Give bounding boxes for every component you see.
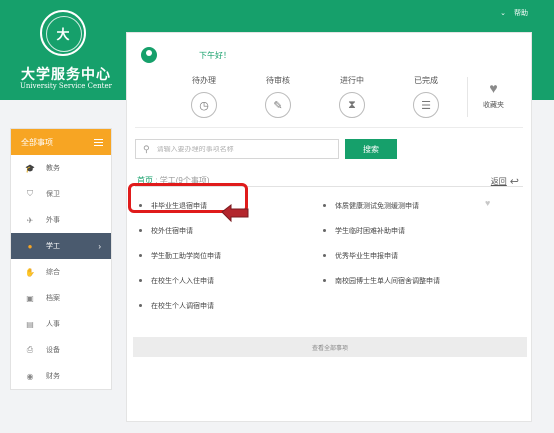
help-link[interactable]: 帮助 bbox=[514, 8, 528, 18]
sidebar-item-label: 设备 bbox=[46, 347, 60, 354]
hourglass-icon[interactable]: ⧗ bbox=[339, 92, 365, 118]
list-item-label: 优秀毕业生申报申请 bbox=[335, 252, 398, 260]
hand-icon: ✋ bbox=[25, 267, 35, 277]
sidebar-item-label: 学工 bbox=[46, 243, 60, 250]
brand-title-cn: 大学服务中心 bbox=[21, 67, 111, 83]
student-icon: ● bbox=[27, 241, 33, 251]
list-row: 在校生个人入住申请 南校园博士生单人间宿舍调整申请 bbox=[139, 268, 529, 293]
save-icon: ▣ bbox=[26, 293, 34, 303]
edit-icon[interactable]: ✎ bbox=[265, 92, 291, 118]
sidebar-item-label: 综合 bbox=[46, 269, 60, 276]
task-stats: 待办理 ◷ 待审核 ✎ 进行中 ⧗ 已完成 ☰ bbox=[167, 75, 463, 118]
sidebar-item-xuegong[interactable]: ● 学工 › bbox=[11, 233, 111, 259]
sidebar-title: 全部事项 bbox=[21, 137, 53, 147]
bullet-icon bbox=[323, 254, 326, 257]
plane-icon: ✈ bbox=[26, 215, 34, 225]
brand-title-en: University Service Center bbox=[20, 82, 112, 90]
sidebar-header[interactable]: 全部事项 bbox=[11, 129, 111, 155]
sidebar: 全部事项 🎓 教务 ⛉ 保卫 ✈ 外事 ● 学工 › ✋ 综合 ▣ 档案 ▤ 人… bbox=[10, 128, 112, 390]
list-item-label: 学生临时困难补助申请 bbox=[335, 227, 405, 235]
list-row: 校外住宿申请 学生临时困难补助申请 bbox=[139, 218, 529, 243]
sidebar-item-label: 财务 bbox=[46, 373, 60, 380]
sidebar-item-caiwu[interactable]: ◉ 财务 bbox=[11, 363, 111, 389]
list-item[interactable]: 南校园博士生单人间宿舍调整申请 bbox=[323, 276, 503, 286]
printer-icon: ⎙ bbox=[26, 345, 34, 354]
list-item-label: 学生勤工助学岗位申请 bbox=[151, 252, 221, 260]
search-input[interactable] bbox=[156, 145, 327, 153]
document-icon[interactable]: ☰ bbox=[413, 92, 439, 118]
sidebar-item-baowei[interactable]: ⛉ 保卫 bbox=[11, 181, 111, 207]
bullet-icon bbox=[139, 304, 142, 307]
sidebar-item-label: 保卫 bbox=[46, 191, 60, 198]
help-area[interactable]: ⌄ 帮助 bbox=[500, 8, 528, 18]
list-item[interactable]: 学生临时困难补助申请 bbox=[323, 226, 503, 236]
greeting-text: 下午好！ bbox=[199, 50, 231, 60]
sidebar-item-label: 教务 bbox=[46, 165, 60, 172]
favorites-label: 收藏夹 bbox=[483, 102, 504, 109]
university-seal-logo: 大 bbox=[40, 10, 86, 56]
see-all-button[interactable]: 查看全部事项 bbox=[133, 337, 527, 357]
search-button[interactable]: 搜索 bbox=[345, 139, 397, 159]
list-item[interactable]: 优秀毕业生申报申请 bbox=[323, 251, 503, 261]
heart-icon: ♥ bbox=[489, 80, 498, 96]
sidebar-item-shebei[interactable]: ⎙ 设备 bbox=[11, 337, 111, 363]
list-item-label: 在校生个人调宿申请 bbox=[151, 302, 214, 310]
list-item-label: 校外住宿申请 bbox=[151, 227, 193, 235]
stat-pending[interactable]: 待办理 ◷ bbox=[167, 75, 241, 118]
pointer-arrow-icon bbox=[221, 204, 249, 223]
sidebar-item-waishi[interactable]: ✈ 外事 bbox=[11, 207, 111, 233]
stat-label: 待办理 bbox=[192, 76, 216, 85]
bullet-icon bbox=[323, 229, 326, 232]
shield-icon: ⛉ bbox=[27, 189, 33, 198]
favorite-heart-icon[interactable]: ♥ bbox=[485, 198, 490, 208]
bullet-icon bbox=[139, 254, 142, 257]
chevron-down-icon[interactable]: ⌄ bbox=[500, 9, 506, 17]
list-row: 学生勤工助学岗位申请 优秀毕业生申报申请 bbox=[139, 243, 529, 268]
list-item-label: 在校生个人入住申请 bbox=[151, 277, 214, 285]
bullet-icon bbox=[323, 204, 326, 207]
coin-icon: ◉ bbox=[26, 371, 34, 381]
stat-label: 进行中 bbox=[340, 76, 364, 85]
greeting-row: 下午好！ bbox=[141, 47, 231, 63]
sidebar-item-label: 档案 bbox=[46, 295, 60, 302]
list-item-label: 南校园博士生单人间宿舍调整申请 bbox=[335, 277, 440, 285]
list-item[interactable]: 体质健康测试免测缓测申请 bbox=[323, 201, 503, 211]
sidebar-item-jiaowu[interactable]: 🎓 教务 bbox=[11, 155, 111, 181]
list-item[interactable]: 校外住宿申请 bbox=[139, 226, 319, 236]
clock-icon[interactable]: ◷ bbox=[191, 92, 217, 118]
main-card: 下午好！ 待办理 ◷ 待审核 ✎ 进行中 ⧗ 已完成 ☰ ♥ 收藏夹 ⚲ 搜索 … bbox=[126, 32, 532, 422]
stat-label: 已完成 bbox=[414, 76, 438, 85]
list-item[interactable]: 学生勤工助学岗位申请 bbox=[139, 251, 319, 261]
bullet-icon bbox=[323, 279, 326, 282]
graduation-cap-icon: 🎓 bbox=[25, 163, 35, 173]
stat-label: 待审核 bbox=[266, 76, 290, 85]
list-item[interactable]: 在校生个人调宿申请 bbox=[139, 301, 319, 311]
stat-completed[interactable]: 已完成 ☰ bbox=[389, 75, 463, 118]
sidebar-item-dangan[interactable]: ▣ 档案 bbox=[11, 285, 111, 311]
search-box: ⚲ bbox=[135, 139, 339, 159]
stat-in-progress[interactable]: 进行中 ⧗ bbox=[315, 75, 389, 118]
bullet-icon bbox=[139, 279, 142, 282]
sidebar-item-label: 人事 bbox=[46, 321, 60, 328]
avatar[interactable] bbox=[141, 47, 157, 63]
divider bbox=[135, 127, 523, 128]
chevron-right-icon: › bbox=[98, 241, 101, 251]
favorites-button[interactable]: ♥ 收藏夹 bbox=[467, 77, 519, 117]
list-item[interactable]: 在校生个人入住申请 bbox=[139, 276, 319, 286]
list-row: 在校生个人调宿申请 bbox=[139, 293, 529, 318]
search-icon: ⚲ bbox=[143, 143, 150, 154]
stat-review[interactable]: 待审核 ✎ bbox=[241, 75, 315, 118]
list-item-label: 体质健康测试免测缓测申请 bbox=[335, 202, 419, 210]
sidebar-item-zonghe[interactable]: ✋ 综合 bbox=[11, 259, 111, 285]
bullet-icon bbox=[139, 229, 142, 232]
sidebar-item-label: 外事 bbox=[46, 217, 60, 224]
menu-icon[interactable] bbox=[94, 138, 103, 146]
sidebar-item-renshi[interactable]: ▤ 人事 bbox=[11, 311, 111, 337]
person-card-icon: ▤ bbox=[26, 319, 34, 329]
